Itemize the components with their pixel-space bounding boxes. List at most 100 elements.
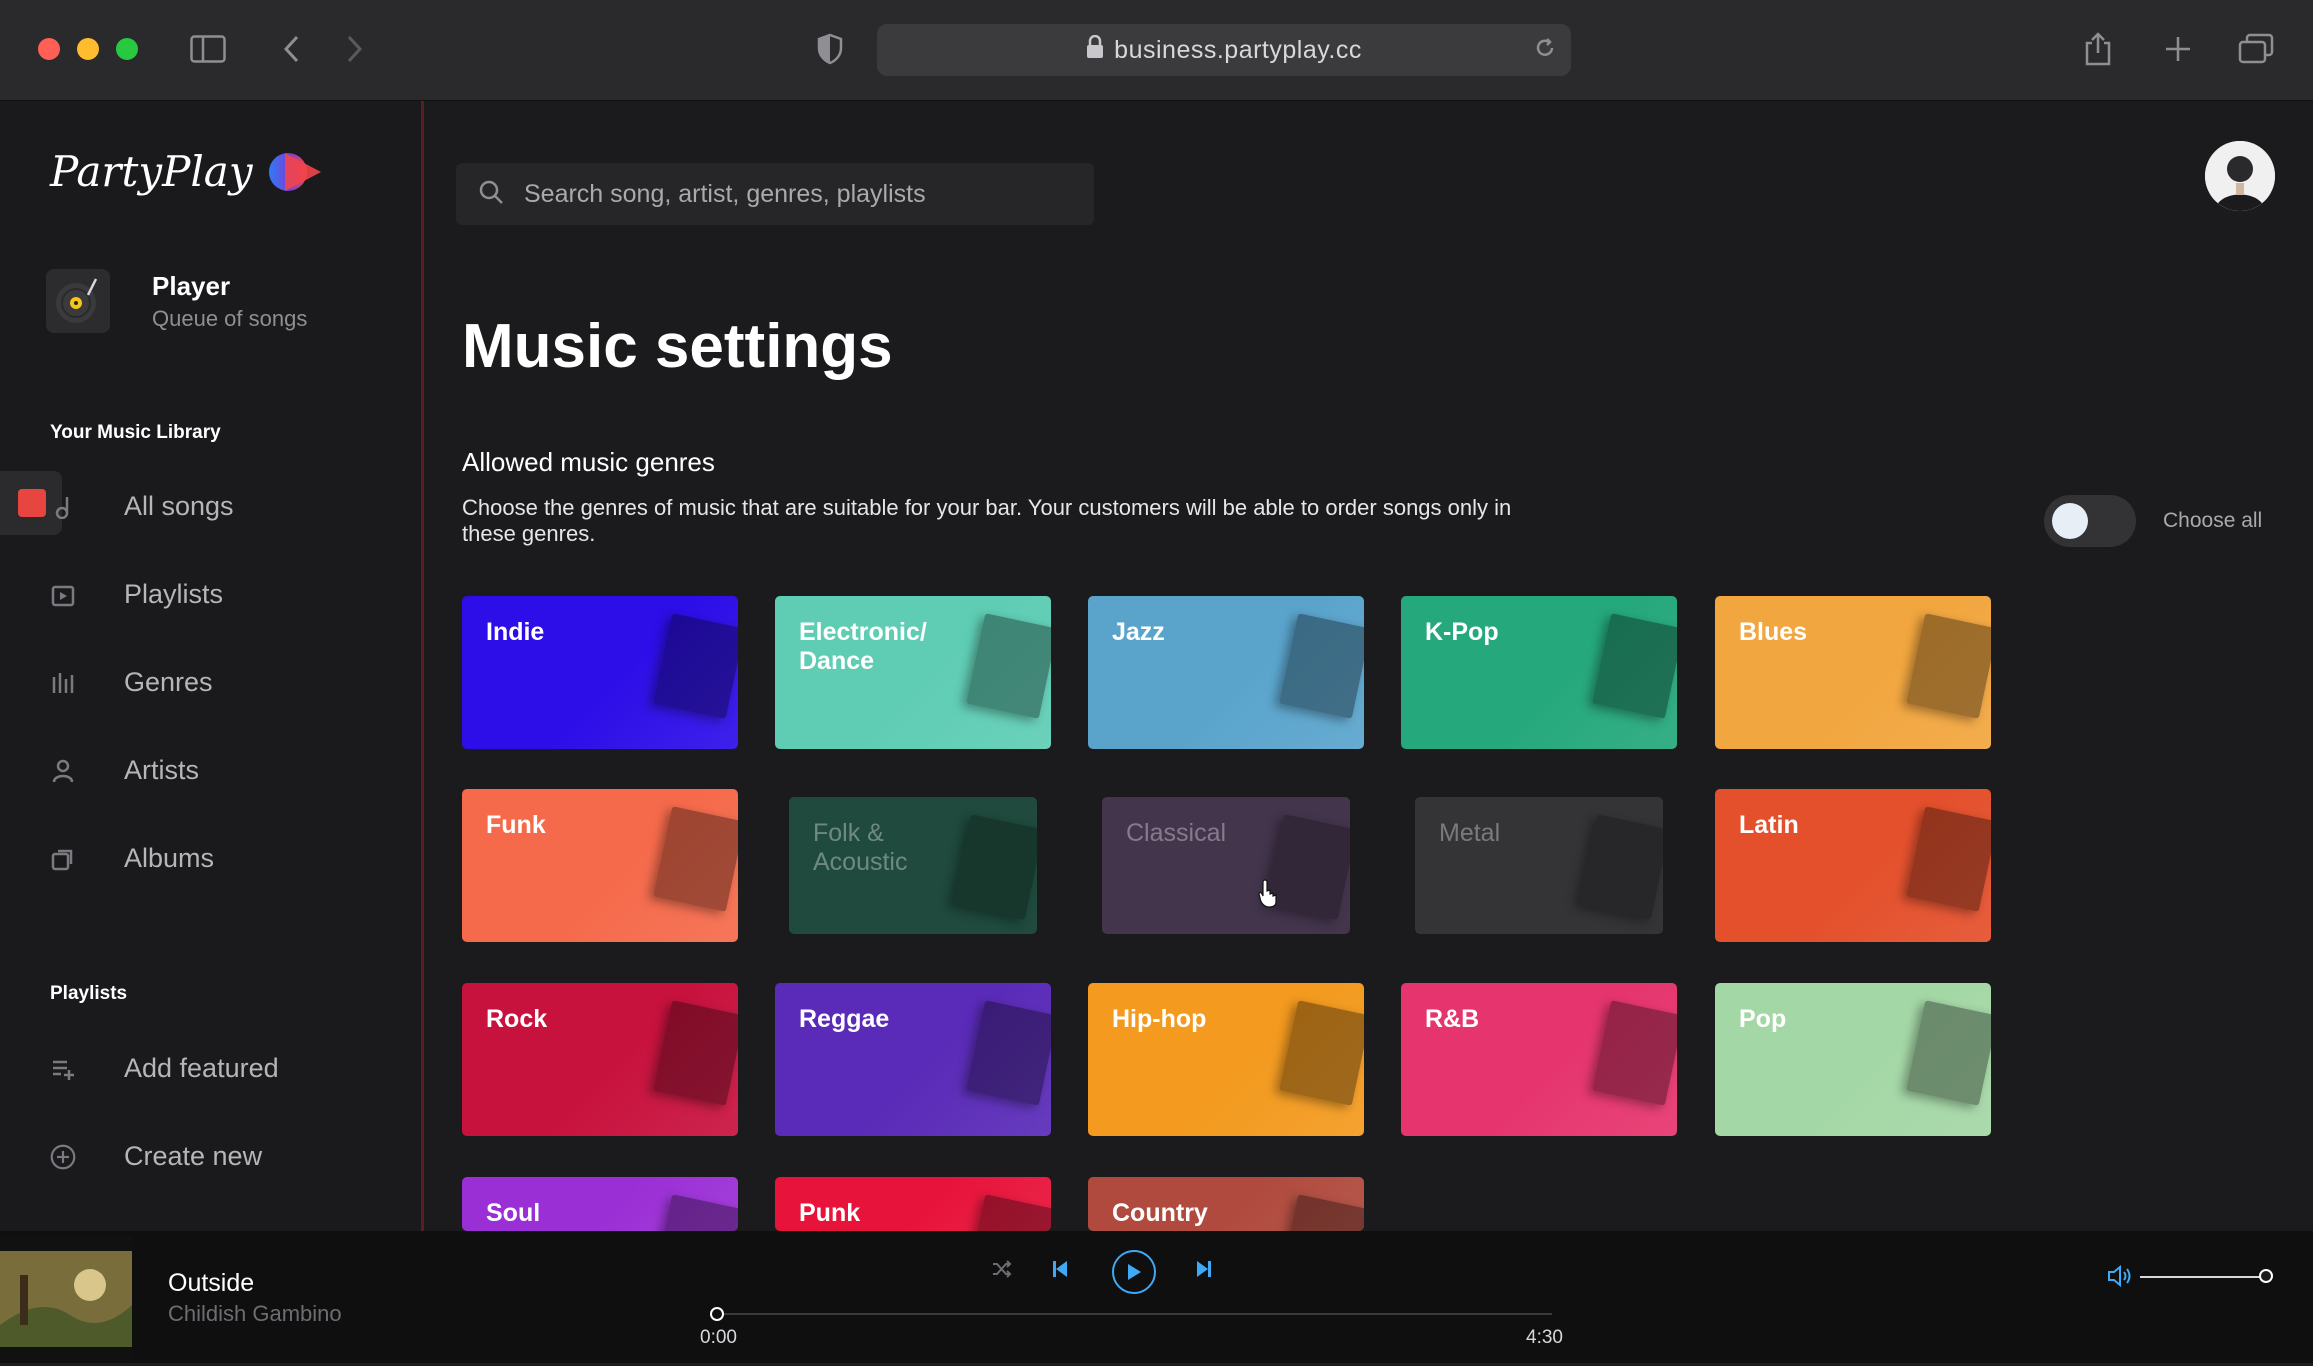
genre-label: Indie	[486, 618, 545, 646]
next-track-icon[interactable]	[1192, 1257, 1216, 1281]
genre-cover-art	[1906, 1000, 1991, 1106]
share-icon[interactable]	[2080, 26, 2116, 72]
sidebar-item-artists[interactable]: Artists	[50, 755, 199, 786]
sidebar-item-albums[interactable]: Albums	[50, 843, 214, 874]
genre-tile[interactable]: Metal	[1415, 797, 1663, 934]
volume-icon[interactable]	[2106, 1263, 2134, 1289]
vinyl-icon	[46, 269, 110, 333]
shuffle-icon[interactable]	[990, 1257, 1014, 1281]
track-artist[interactable]: Childish Gambino	[168, 1301, 342, 1327]
genre-tile[interactable]: Soul	[462, 1177, 738, 1231]
address-bar[interactable]: business.partyplay.cc	[877, 24, 1571, 76]
sidebar-item-label: Add featured	[124, 1053, 279, 1083]
search-input[interactable]	[522, 178, 1086, 210]
hand-cursor-icon	[1258, 878, 1282, 913]
page-title: Music settings	[462, 312, 893, 381]
app-window: PartyPlay Player Queue of songs Your Mus…	[0, 101, 2313, 1363]
sidebar-item-create-new[interactable]: Create new	[50, 1141, 262, 1172]
genre-label: R&B	[1425, 1005, 1480, 1033]
genre-label: Metal	[1439, 819, 1501, 847]
avatar[interactable]	[2205, 141, 2275, 211]
tab-overview-icon[interactable]	[2236, 26, 2276, 72]
search-icon	[478, 179, 504, 210]
previous-track-icon[interactable]	[1048, 1257, 1072, 1281]
library-section-label: Your Music Library	[50, 422, 221, 443]
genre-tile[interactable]: Funk	[462, 789, 738, 942]
genre-tile[interactable]: Latin	[1715, 789, 1991, 942]
album-cover[interactable]	[0, 1235, 132, 1361]
choose-all-toggle[interactable]	[2044, 495, 2136, 547]
track-title: Outside	[168, 1269, 255, 1297]
genre-cover-art	[966, 1000, 1051, 1106]
genre-tile[interactable]: Blues	[1715, 596, 1991, 749]
volume-slider[interactable]	[2140, 1276, 2268, 1278]
genre-label: Funk	[486, 811, 546, 839]
genre-label: Classical	[1126, 819, 1227, 847]
play-button[interactable]	[1112, 1250, 1156, 1294]
shield-icon[interactable]	[812, 26, 848, 72]
player-link[interactable]: Player Queue of songs	[46, 269, 307, 333]
sidebar-item-label: All songs	[124, 491, 234, 521]
duration-time: 4:30	[1526, 1327, 1563, 1348]
player-subtitle: Queue of songs	[152, 305, 308, 331]
sidebar-item-genres[interactable]: Genres	[50, 667, 213, 698]
volume-thumb[interactable]	[2259, 1269, 2273, 1283]
lock-icon	[1086, 34, 1104, 66]
genre-tile[interactable]: K-Pop	[1401, 596, 1677, 749]
forward-icon[interactable]	[340, 26, 370, 72]
genre-label: K-Pop	[1425, 618, 1499, 646]
close-window-button[interactable]	[38, 38, 60, 60]
sidebar-item-playlists[interactable]: Playlists	[50, 579, 223, 610]
sidebar-item-label: Albums	[124, 843, 215, 873]
genre-tile[interactable]: Classical	[1102, 797, 1350, 934]
genre-label: Rock	[486, 1005, 548, 1033]
equalizer-icon	[50, 670, 76, 696]
new-tab-icon[interactable]	[2160, 26, 2196, 72]
genre-label: Pop	[1739, 1005, 1787, 1033]
maximize-window-button[interactable]	[116, 38, 138, 60]
logo-text: PartyPlay	[50, 147, 253, 196]
logo[interactable]: PartyPlay	[50, 147, 323, 196]
genre-cover-art	[1578, 814, 1663, 920]
genre-label: Soul	[486, 1199, 541, 1227]
genre-label: Folk & Acoustic	[813, 819, 908, 876]
genre-cover-art	[653, 613, 738, 719]
add-list-icon	[50, 1056, 76, 1082]
genre-tile[interactable]: Indie	[462, 596, 738, 749]
genre-tile[interactable]: Rock	[462, 983, 738, 1136]
person-icon	[50, 758, 76, 784]
plus-circle-icon	[50, 1144, 76, 1170]
album-icon	[50, 846, 76, 872]
sidebar-toggle-icon[interactable]	[188, 26, 228, 72]
genre-tile[interactable]: Pop	[1715, 983, 1991, 1136]
genre-cover-art	[966, 1194, 1051, 1231]
minimize-window-button[interactable]	[77, 38, 99, 60]
genre-label: Jazz	[1112, 618, 1165, 646]
sidebar-item-label: Playlists	[124, 579, 224, 609]
genre-tile[interactable]: Country	[1088, 1177, 1364, 1231]
genre-tile[interactable]: Punk	[775, 1177, 1051, 1231]
playlist-icon	[50, 582, 76, 608]
progress-bar[interactable]	[710, 1307, 1552, 1321]
genre-tile[interactable]: Electronic/ Dance	[775, 596, 1051, 749]
genre-label: Electronic/ Dance	[799, 618, 927, 675]
url-text: business.partyplay.cc	[1114, 35, 1362, 64]
progress-thumb[interactable]	[710, 1307, 724, 1321]
sidebar-item-add-featured[interactable]: Add featured	[50, 1053, 279, 1084]
back-icon[interactable]	[276, 26, 306, 72]
sidebar-item-all-songs[interactable]: All songs	[50, 491, 234, 522]
now-playing-bar: Outside Childish Gambino 0:00 4:30	[0, 1231, 2313, 1363]
genre-tile[interactable]: Hip-hop	[1088, 983, 1364, 1136]
genre-cover-art	[966, 613, 1051, 719]
genre-cover-art	[1906, 806, 1991, 912]
genre-label: Country	[1112, 1199, 1208, 1227]
genre-tile[interactable]: Folk & Acoustic	[789, 797, 1037, 934]
genre-tile[interactable]: Reggae	[775, 983, 1051, 1136]
reload-icon[interactable]	[1533, 36, 1557, 67]
player-title: Player	[152, 270, 231, 301]
genre-label: Latin	[1739, 811, 1799, 839]
genre-tile[interactable]: Jazz	[1088, 596, 1364, 749]
genre-tile[interactable]: R&B	[1401, 983, 1677, 1136]
search-bar	[456, 163, 1094, 225]
logo-play-icon	[268, 152, 321, 191]
